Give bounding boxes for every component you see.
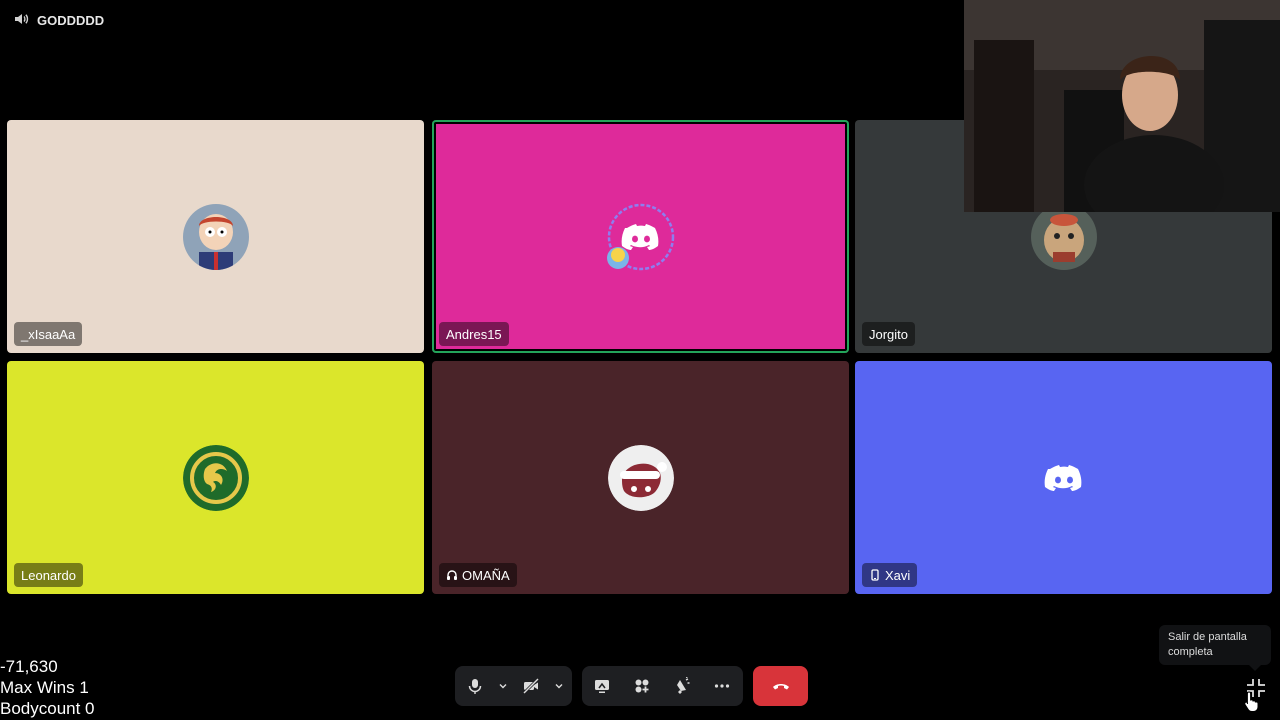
soundboard-icon: [677, 677, 690, 694]
participant-tile[interactable]: Leonardo: [7, 361, 424, 594]
participant-name-tag: Jorgito: [862, 322, 916, 346]
more-icon: [714, 684, 730, 688]
microphone-button[interactable]: [455, 666, 495, 706]
more-options-button[interactable]: [702, 666, 742, 706]
participant-name-tag: Andres15: [439, 322, 509, 346]
hand-cursor-icon: [1244, 691, 1259, 712]
exit-fullscreen-tooltip: Salir de pantalla completa: [1159, 625, 1271, 671]
bodycount-text: Bodycount 0: [0, 699, 95, 718]
screen-share-button[interactable]: [582, 666, 622, 706]
participant-tile[interactable]: OMAÑA: [432, 361, 849, 594]
screen-share-icon: [595, 680, 609, 693]
activity-controls: [582, 666, 743, 706]
cartoon-boy-avatar: [182, 203, 249, 270]
participant-name-tag: Xavi: [862, 563, 918, 587]
activities-icon: [635, 679, 649, 693]
channel-name: GODDDDD: [37, 13, 105, 28]
chevron-down-icon: [555, 684, 563, 689]
camera-off-icon: [522, 677, 540, 695]
media-controls: [455, 666, 572, 706]
microphone-options-button[interactable]: [495, 666, 511, 706]
channel-header: GODDDDD: [13, 11, 104, 30]
participant-tile[interactable]: Xavi: [855, 361, 1272, 594]
microphone-icon: [468, 679, 482, 694]
soundboard-button[interactable]: [662, 666, 702, 706]
webcam-overlay: [964, 0, 1280, 212]
discord-logo-avatar: [606, 203, 674, 270]
hangup-icon: [772, 684, 789, 690]
participant-tile[interactable]: _xIsaaAa: [7, 120, 424, 353]
activities-button[interactable]: [622, 666, 662, 706]
dragon-emblem-avatar: [182, 444, 249, 511]
participant-name-tag: _xIsaaAa: [14, 322, 83, 346]
creature-avatar: [1030, 203, 1097, 270]
participant-name-tag: OMAÑA: [439, 563, 517, 587]
chevron-down-icon: [499, 684, 507, 689]
discord-logo-avatar: [1031, 445, 1097, 511]
speaker-icon[interactable]: [13, 11, 29, 30]
max-wins-text: Max Wins 1: [0, 678, 89, 697]
game-stats-overlay: -71,630 Max Wins 1 Bodycount 0: [0, 656, 95, 719]
participant-name-tag: Leonardo: [14, 563, 83, 587]
participant-tile[interactable]: Andres15: [432, 120, 849, 353]
headset-icon: [447, 570, 457, 580]
score-value: -71,630: [0, 657, 58, 676]
camera-options-button[interactable]: [551, 666, 567, 706]
camera-button[interactable]: [511, 666, 551, 706]
santa-hat-avatar: [607, 444, 674, 511]
disconnect-button[interactable]: [753, 666, 808, 706]
mobile-icon: [871, 569, 879, 581]
